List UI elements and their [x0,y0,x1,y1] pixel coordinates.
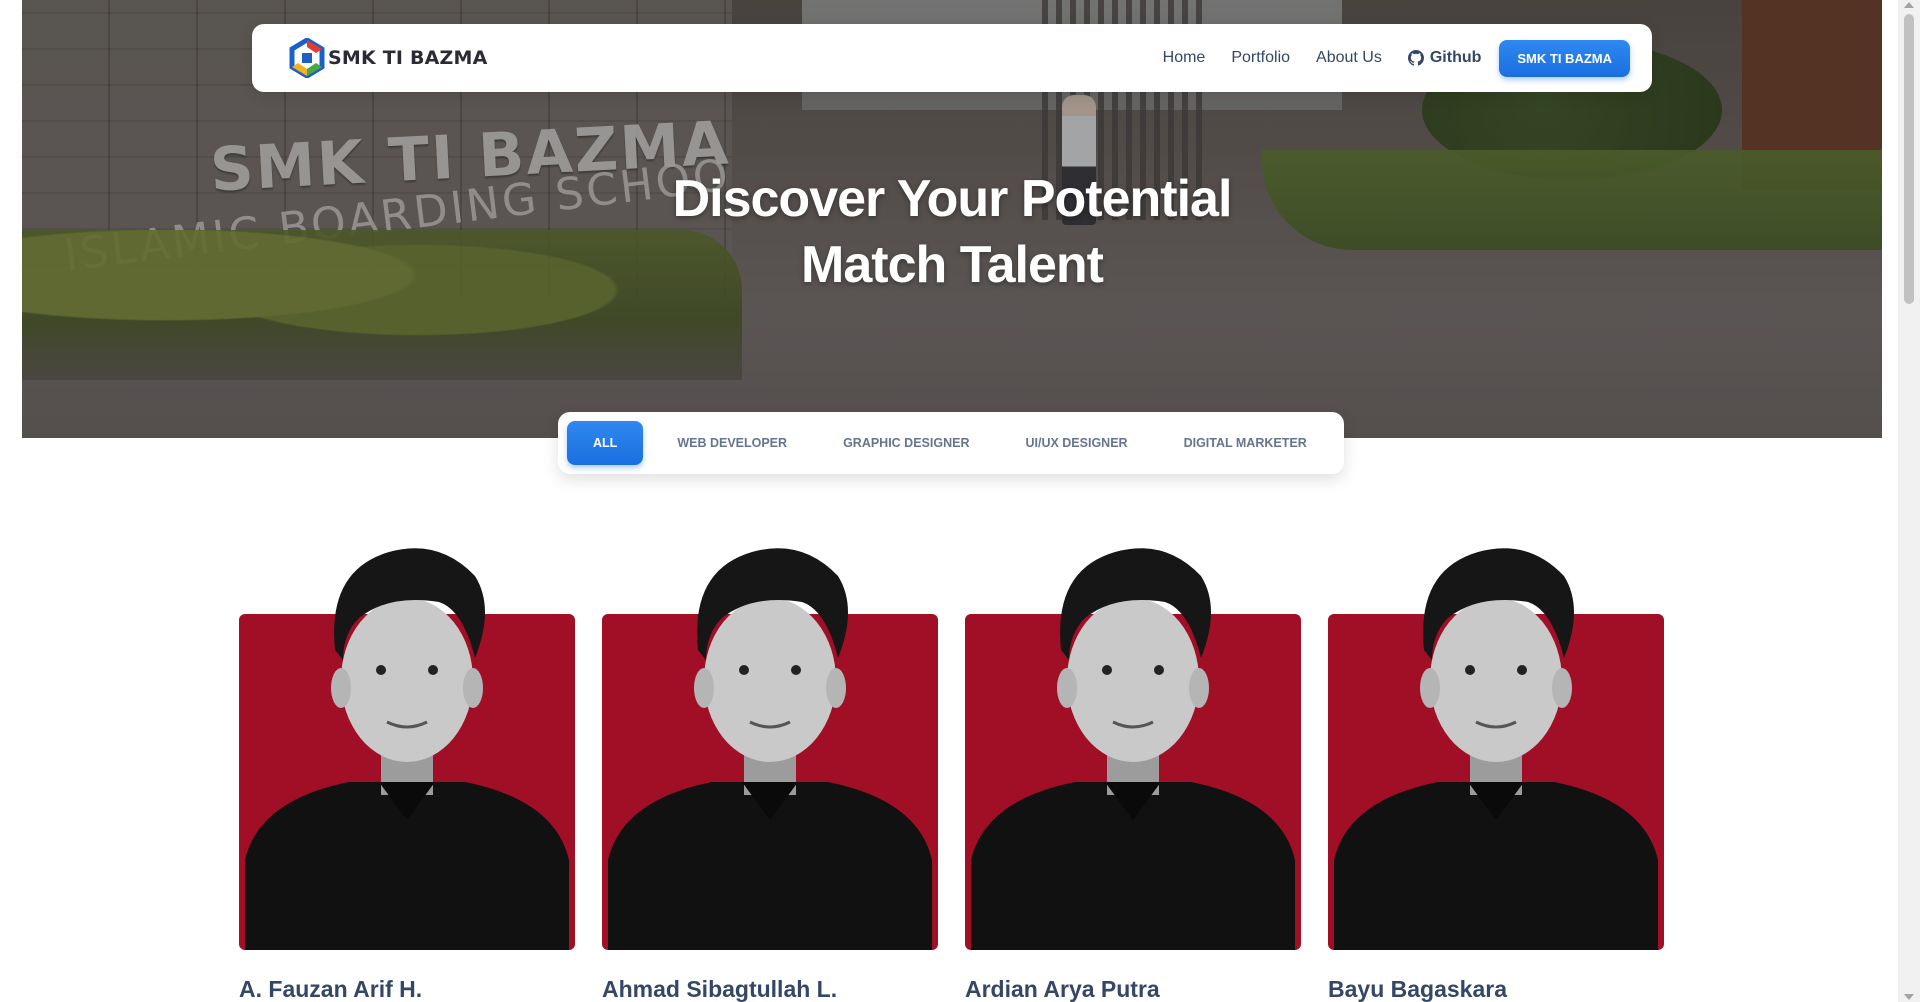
talent-card[interactable]: Ahmad Sibagtullah L. [602,530,938,1002]
talent-card[interactable]: A. Fauzan Arif H. [239,530,575,1002]
talent-name[interactable]: Ardian Arya Putra [965,976,1301,1002]
talent-photo[interactable] [1328,530,1664,950]
filter-tab-graphic-designer[interactable]: GRAPHIC DESIGNER [815,421,997,465]
talent-name[interactable]: Bayu Bagaskara [1328,976,1664,1002]
portrait-image [245,548,569,950]
talent-grid: A. Fauzan Arif H. Ahmad Sibagtullah L. A… [239,530,1665,1002]
portrait-image [1334,548,1658,950]
talent-photo[interactable] [239,530,575,950]
nav-about-us[interactable]: About Us [1316,49,1382,67]
nav-portfolio[interactable]: Portfolio [1231,49,1290,67]
talent-name[interactable]: Ahmad Sibagtullah L. [602,976,938,1002]
talent-name[interactable]: A. Fauzan Arif H. [239,976,575,1002]
github-link[interactable]: Github [1407,49,1482,67]
hero-title-line2: Match Talent [801,236,1104,294]
nav-links: Home Portfolio About Us Github SMK TI BA… [1163,24,1630,92]
hero-title-line1: Discover Your Potential [672,170,1233,228]
talent-photo[interactable] [965,530,1301,950]
logo[interactable]: SMK TI BAZMA [288,37,488,79]
category-filter: ALL WEB DEVELOPER GRAPHIC DESIGNER UI/UX… [558,412,1344,474]
scroll-up-arrow-icon[interactable] [1904,2,1914,8]
logo-text: SMK TI BAZMA [328,47,488,69]
scrollbar[interactable] [1898,0,1920,1002]
talent-card[interactable]: Ardian Arya Putra [965,530,1301,1002]
talent-card[interactable]: Bayu Bagaskara [1328,530,1664,1002]
hero-title: Discover Your Potential Match Talent [0,166,1898,298]
github-label: Github [1429,49,1482,66]
smk-logo-icon [288,37,326,79]
navbar: SMK TI BAZMA Home Portfolio About Us Git… [252,24,1652,92]
github-icon [1407,50,1424,66]
talent-photo[interactable] [602,530,938,950]
filter-tab-digital-marketer[interactable]: DIGITAL MARKETER [1156,421,1335,465]
filter-tab-all[interactable]: ALL [567,421,644,465]
scrollbar-thumb[interactable] [1904,14,1914,304]
filter-tab-web-developer[interactable]: WEB DEVELOPER [649,421,815,465]
scroll-down-arrow-icon[interactable] [1904,994,1914,1000]
page: SMK TI BAZMA ISLAMIC BOARDING SCHOO Disc… [0,0,1898,1002]
portrait-image [608,548,932,950]
portrait-image [971,548,1295,950]
filter-tab-uiux-designer[interactable]: UI/UX DESIGNER [997,421,1155,465]
smk-ti-bazma-button[interactable]: SMK TI BAZMA [1499,39,1630,77]
nav-home[interactable]: Home [1163,49,1206,67]
